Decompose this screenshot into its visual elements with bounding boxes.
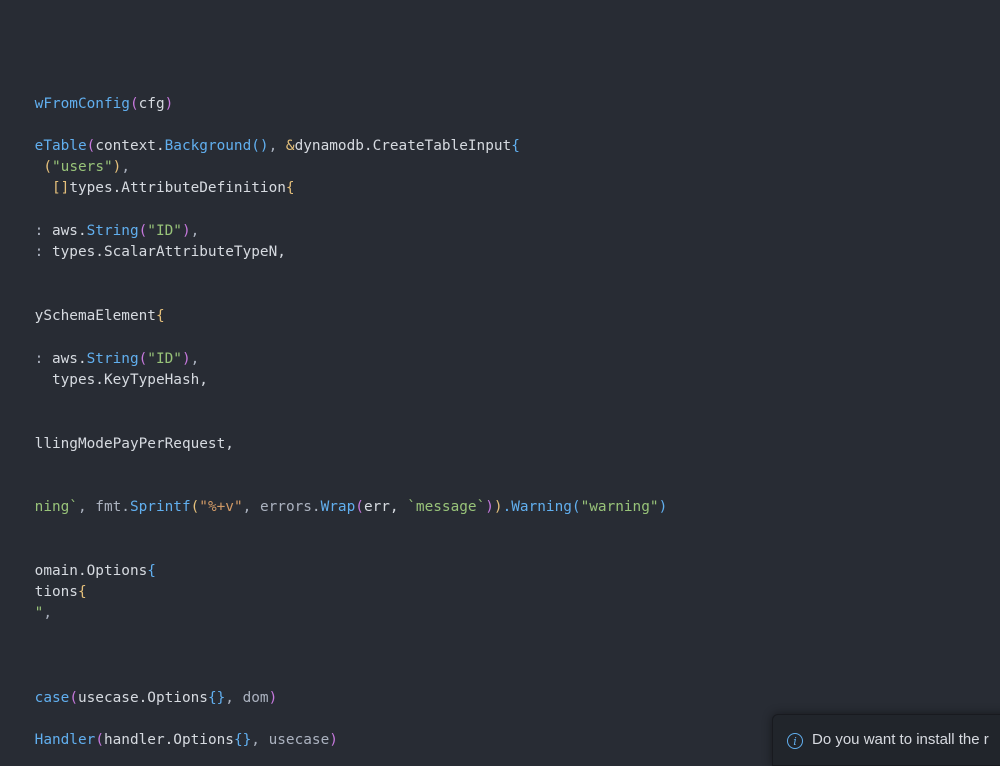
code-token: Wrap <box>320 499 356 515</box>
code-token: ( <box>571 499 581 515</box>
code-token: , errors. <box>242 499 321 515</box>
code-editor[interactable]: wFromConfig(cfg) eTable(context.Backgrou… <box>0 0 1000 750</box>
code-token: , usecase <box>251 732 330 748</box>
code-token: : <box>34 244 52 260</box>
code-token: ( <box>190 499 200 515</box>
code-line: tions{ <box>0 561 87 600</box>
code-token: [] <box>51 180 70 196</box>
code-token: ( <box>355 499 364 515</box>
code-token: ) <box>329 732 338 748</box>
code-token: ( <box>69 690 78 706</box>
code-line: ("users"), <box>0 136 130 175</box>
code-token: handler.Options <box>103 732 234 748</box>
code-token: ) <box>485 499 494 515</box>
notification-message: Do you want to install the r <box>812 731 989 748</box>
code-token: types.ScalarAttributeTypeN, <box>51 244 286 260</box>
code-token: ) <box>164 96 174 112</box>
code-line: wFromConfig(cfg) <box>0 73 174 112</box>
code-token: { <box>511 138 520 154</box>
code-token: ) <box>268 690 278 706</box>
code-token: err, <box>363 499 408 515</box>
code-line: ning`, fmt.Sprintf("%+v", errors.Wrap(er… <box>0 476 668 515</box>
code-token: , dom <box>225 690 269 706</box>
install-notification[interactable]: i Do you want to install the r <box>772 714 1000 766</box>
code-line: types.KeyTypeHash, <box>0 349 208 388</box>
code-token: `message` <box>407 499 486 515</box>
code-line: : aws.String("ID"), <box>0 328 200 367</box>
code-token: dynamodb.CreateTableInput <box>294 138 512 154</box>
code-token: ) <box>658 499 668 515</box>
code-line: case(usecase.Options{}, dom) <box>0 667 278 706</box>
code-token: { <box>155 308 165 324</box>
code-token: "%+v" <box>199 499 243 515</box>
code-token: , fmt. <box>77 499 130 515</box>
code-line: : types.ScalarAttributeTypeN, <box>0 221 286 260</box>
code-token: , <box>43 605 52 621</box>
code-token: Handler <box>34 732 96 748</box>
code-token: , <box>268 138 286 154</box>
code-token: { <box>147 563 156 579</box>
code-token: cfg <box>138 96 165 112</box>
code-token: ning` <box>34 499 78 515</box>
code-token: wFromConfig <box>34 96 130 112</box>
code-line: []types.AttributeDefinition{ <box>0 157 295 196</box>
code-token: ) <box>493 499 503 515</box>
code-line: llingModePayPerRequest, <box>0 413 234 452</box>
code-token: "warning" <box>580 499 659 515</box>
code-line: ySchemaElement{ <box>0 285 165 324</box>
code-line: omain.Options{ <box>0 540 156 579</box>
code-line: : aws.String("ID"), <box>0 200 200 239</box>
code-token: case <box>34 690 70 706</box>
code-token: {} <box>233 732 252 748</box>
code-line: eTable(context.Background(), &dynamodb.C… <box>0 115 520 154</box>
code-token: types.KeyTypeHash, <box>34 372 208 388</box>
code-token: & <box>285 138 295 154</box>
code-token: types.AttributeDefinition <box>69 180 286 196</box>
code-token: Sprintf <box>129 499 191 515</box>
code-token: { <box>285 180 295 196</box>
code-token: ( <box>95 732 104 748</box>
code-token: ( <box>129 96 139 112</box>
code-token: { <box>77 584 87 600</box>
code-line: Handler(handler.Options{}, usecase) <box>0 709 338 748</box>
code-token: () <box>251 138 269 154</box>
info-icon: i <box>787 733 803 749</box>
code-token: llingModePayPerRequest, <box>34 436 234 452</box>
code-token: Background <box>164 138 252 154</box>
code-token: .Warning <box>502 499 572 515</box>
code-token: {} <box>207 690 226 706</box>
code-token: usecase.Options <box>77 690 208 706</box>
code-token: ySchemaElement <box>34 308 156 324</box>
code-line: ", <box>0 582 52 621</box>
